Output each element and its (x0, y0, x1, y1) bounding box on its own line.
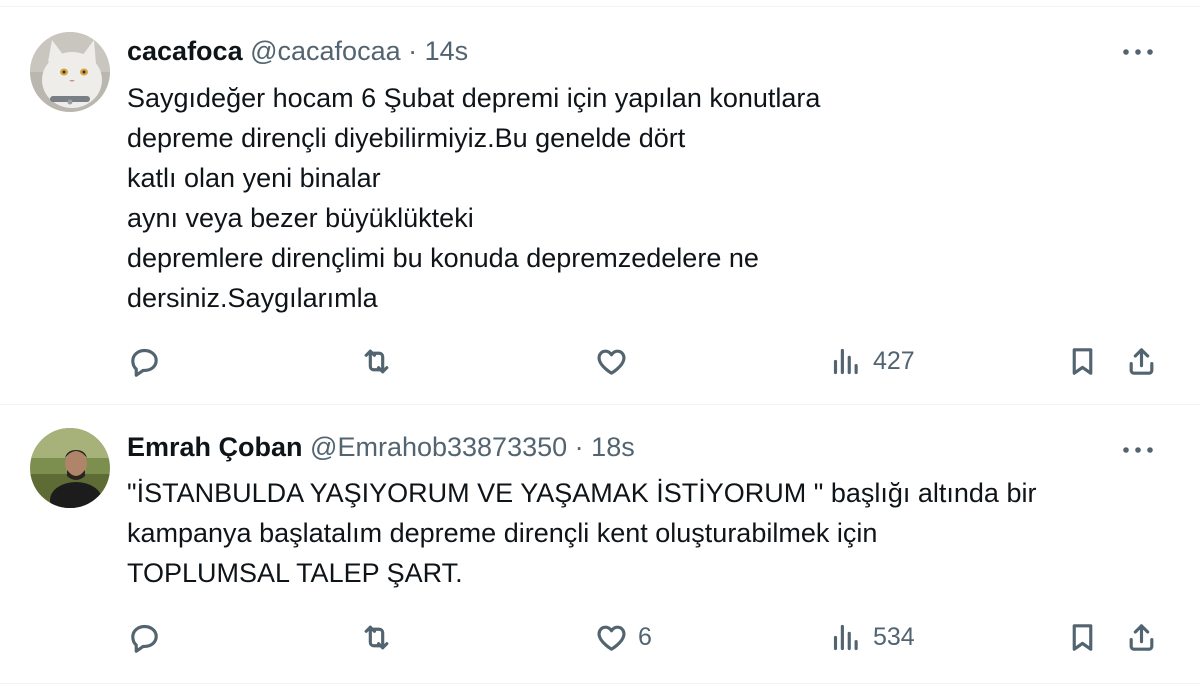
reply-icon (131, 624, 158, 653)
separator-dot: · (408, 36, 418, 66)
retweet-icon (364, 349, 389, 373)
separator-dot: · (574, 432, 584, 462)
view-count: 534 (873, 622, 915, 651)
share-icon (1129, 347, 1154, 375)
bookmark-button[interactable] (1066, 615, 1099, 659)
heart-icon (597, 349, 626, 375)
user-handle[interactable]: @Emrahob33873350 (310, 432, 567, 462)
more-icon (1123, 49, 1153, 55)
retweet-icon (364, 625, 389, 649)
tweet[interactable]: Emrah Çoban @Emrahob33873350 · 18s "İSTA… (0, 405, 1200, 683)
timestamp[interactable]: 18s (591, 432, 635, 462)
tweet[interactable]: cacafoca @cacafocaa · 14s Saygıdeğer hoc… (0, 7, 1200, 404)
like-button[interactable]: 6 (595, 615, 652, 659)
heart-icon (597, 625, 626, 651)
views-button[interactable]: 534 (830, 615, 915, 659)
tweet-header: Emrah Çoban @Emrahob33873350 · 18s (127, 430, 635, 464)
reply-button[interactable] (128, 615, 171, 659)
avatar[interactable] (30, 428, 110, 508)
more-icon (1123, 447, 1153, 453)
reply-button[interactable] (128, 339, 171, 383)
like-button[interactable] (595, 339, 638, 383)
retweet-button[interactable] (360, 615, 403, 659)
more-options-button[interactable] (1118, 435, 1158, 465)
timestamp[interactable]: 14s (425, 36, 469, 66)
views-icon (833, 624, 858, 650)
like-count: 6 (638, 622, 652, 651)
tweet-text: "İSTANBULDA YAŞIYORUM VE YAŞAMAK İSTİYOR… (127, 478, 1037, 588)
more-options-button[interactable] (1118, 37, 1158, 67)
action-bar: 6 534 (0, 615, 1200, 659)
share-button[interactable] (1125, 615, 1158, 659)
bookmark-icon (1072, 623, 1093, 651)
view-count: 427 (873, 346, 915, 375)
action-bar: 427 (0, 339, 1200, 383)
bookmark-button[interactable] (1066, 339, 1099, 383)
share-button[interactable] (1125, 339, 1158, 383)
avatar[interactable] (30, 32, 110, 112)
views-icon (833, 348, 858, 374)
tweet-text: Saygıdeğer hocam 6 Şubat depremi için ya… (127, 83, 821, 313)
views-button[interactable]: 427 (830, 339, 915, 383)
tweet-divider (0, 683, 1200, 684)
retweet-button[interactable] (360, 339, 403, 383)
reply-icon (131, 348, 158, 377)
bookmark-icon (1072, 347, 1093, 375)
display-name[interactable]: cacafoca (127, 36, 243, 66)
share-icon (1129, 623, 1154, 651)
tweet-header: cacafoca @cacafocaa · 14s (127, 34, 468, 68)
user-handle[interactable]: @cacafocaa (250, 36, 401, 66)
display-name[interactable]: Emrah Çoban (127, 432, 303, 462)
